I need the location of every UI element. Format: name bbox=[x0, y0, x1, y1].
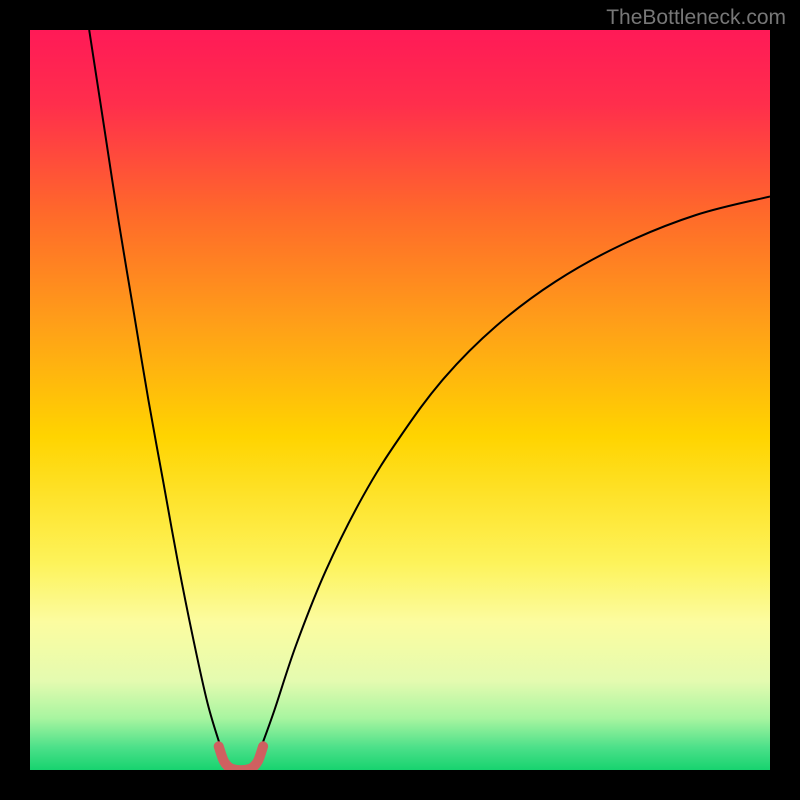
chart-svg bbox=[30, 30, 770, 770]
gradient-background bbox=[30, 30, 770, 770]
chart-container: TheBottleneck.com bbox=[0, 0, 800, 800]
plot-area bbox=[30, 30, 770, 770]
watermark-text: TheBottleneck.com bbox=[606, 6, 786, 30]
